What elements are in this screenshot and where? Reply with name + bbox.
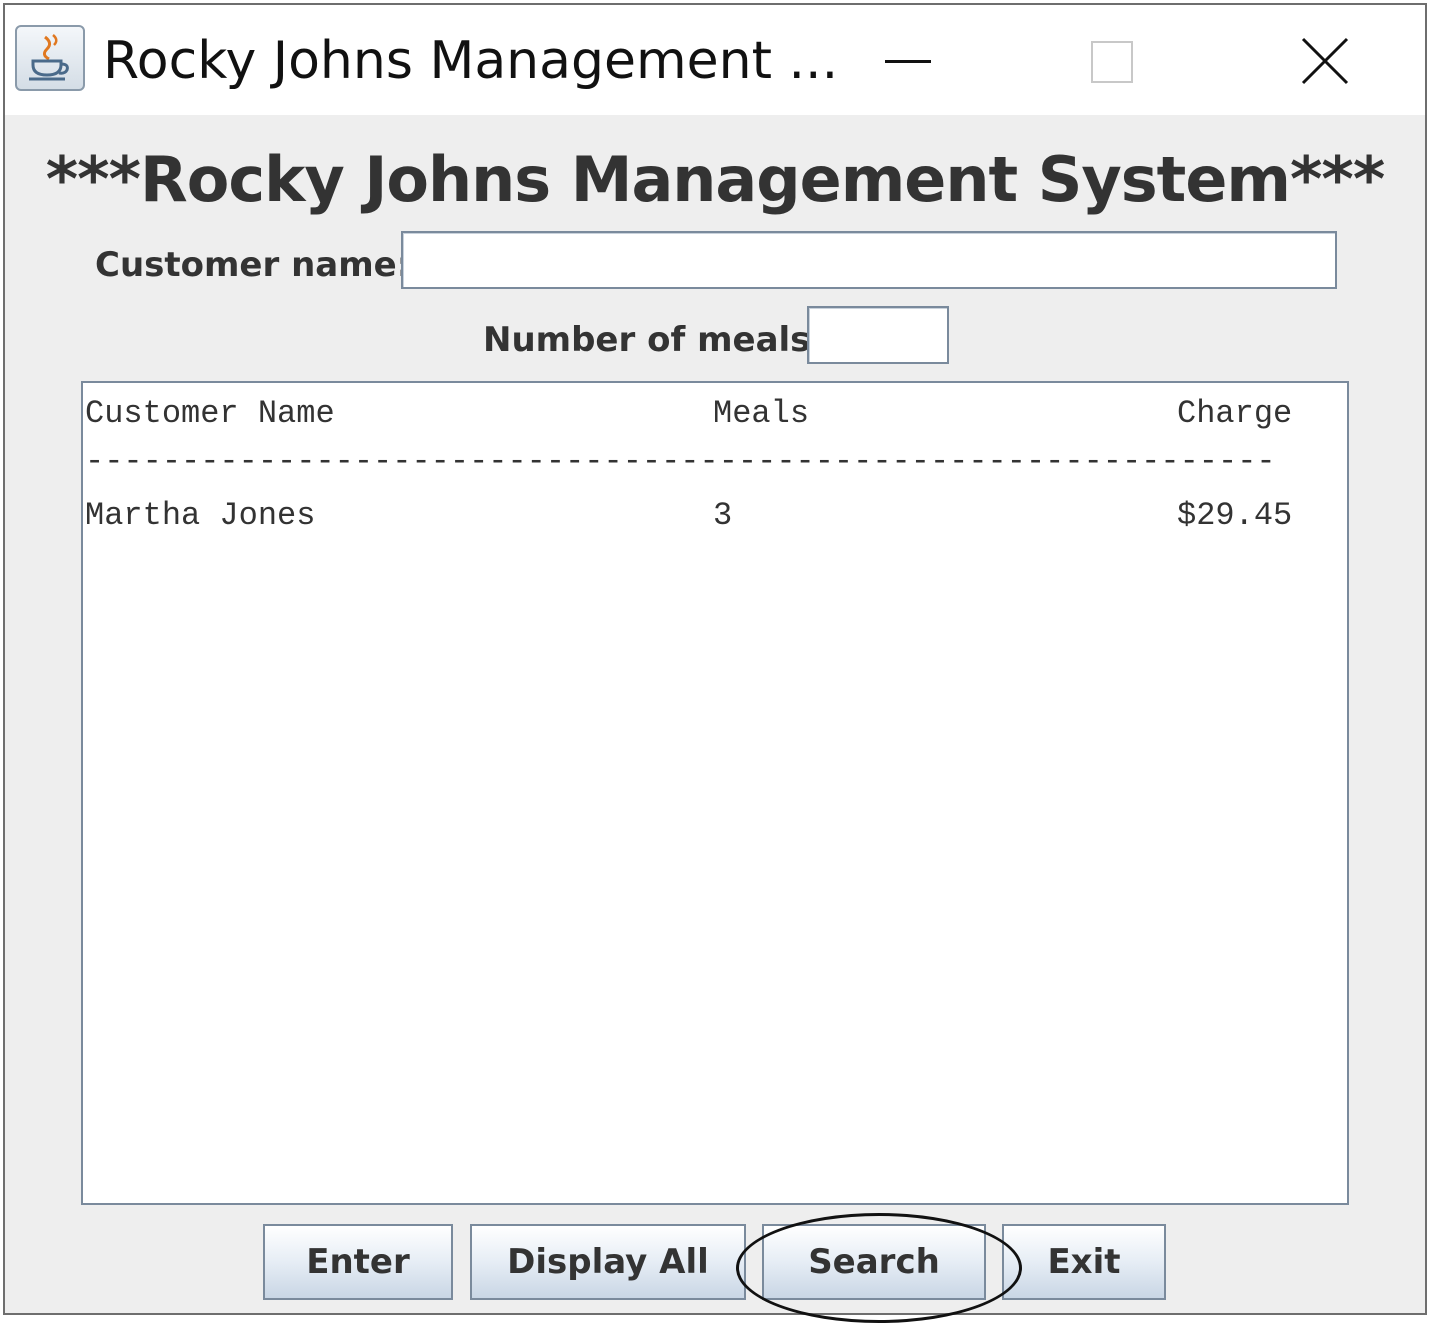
header-charge: Charge (1177, 395, 1293, 432)
search-button[interactable]: Search (762, 1224, 986, 1300)
header-meals: Meals (713, 395, 810, 432)
header-divider: ----------------------------------------… (85, 443, 1276, 480)
exit-button[interactable]: Exit (1002, 1224, 1166, 1300)
output-textarea[interactable]: Customer Name Meals Charge -------------… (81, 381, 1349, 1205)
maximize-button[interactable] (1075, 23, 1155, 103)
header-customer-name: Customer Name (85, 395, 335, 432)
title-bar: Rocky Johns Management ... (5, 5, 1425, 115)
row-meals: 3 (713, 497, 733, 534)
app-window: Rocky Johns Management ... ***Rocky John… (3, 3, 1427, 1323)
minimize-button[interactable] (865, 23, 945, 103)
meals-input[interactable] (807, 306, 949, 364)
customer-name-label: Customer name: (95, 245, 411, 285)
meals-label: Number of meals: (483, 320, 824, 360)
enter-button[interactable]: Enter (263, 1224, 453, 1300)
minimize-icon (885, 60, 931, 63)
customer-name-input[interactable] (401, 231, 1337, 289)
close-button[interactable] (1287, 23, 1367, 103)
maximize-icon (1091, 41, 1133, 83)
row-customer-name: Martha Jones (85, 497, 316, 534)
close-icon (1301, 37, 1349, 85)
java-app-icon (15, 25, 85, 91)
window-title: Rocky Johns Management ... (103, 31, 839, 91)
display-all-button[interactable]: Display All (470, 1224, 746, 1300)
row-charge: $29.45 (1177, 497, 1293, 534)
app-heading: ***Rocky Johns Management System*** (45, 143, 1386, 216)
